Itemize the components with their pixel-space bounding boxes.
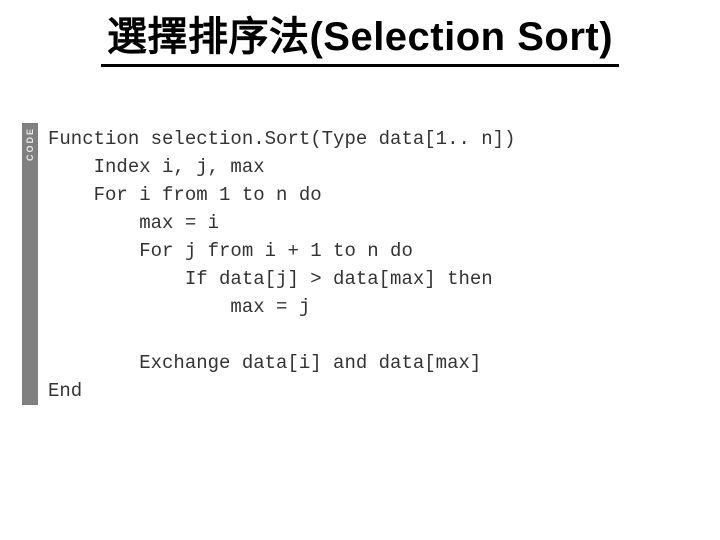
title-row: 選擇排序法(Selection Sort): [22, 4, 698, 67]
page-title: 選擇排序法(Selection Sort): [101, 4, 619, 67]
code-line-2: Index i, j, max: [48, 156, 265, 178]
code-line-6: If data[j] > data[max] then: [48, 268, 493, 290]
code-line-4: max = i: [48, 212, 219, 234]
code-line-9: Exchange data[i] and data[max]: [48, 352, 481, 374]
code-label: CODE: [25, 127, 35, 161]
code-line-5: For j from i + 1 to n do: [48, 240, 413, 262]
code-line-1: Function selection.Sort(Type data[1.. n]…: [48, 128, 515, 150]
slide: 選擇排序法(Selection Sort) CODE Function sele…: [0, 0, 720, 540]
code-label-bar: CODE: [22, 123, 38, 405]
code-line-3: For i from 1 to n do: [48, 184, 322, 206]
code-wrap: CODE Function selection.Sort(Type data[1…: [22, 123, 698, 405]
code-block: Function selection.Sort(Type data[1.. n]…: [38, 123, 698, 405]
code-line-7: max = j: [48, 296, 310, 318]
code-line-10: End: [48, 380, 82, 402]
